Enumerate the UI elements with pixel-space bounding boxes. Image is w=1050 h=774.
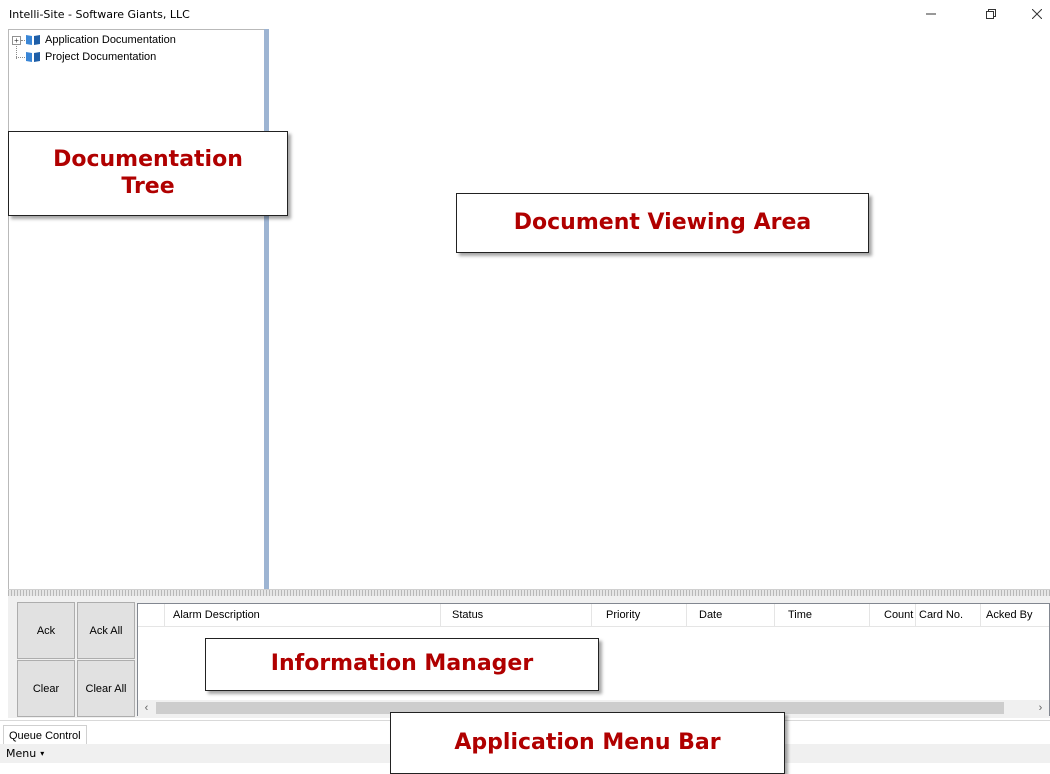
- restore-button[interactable]: [968, 0, 1014, 28]
- title-bar: Intelli-Site - Software Giants, LLC: [0, 0, 1050, 28]
- book-icon: [26, 35, 40, 45]
- horizontal-splitter[interactable]: [8, 589, 1050, 596]
- chevron-down-icon: ▾: [40, 749, 45, 758]
- column-status[interactable]: Status: [441, 604, 592, 626]
- column-alarm-description[interactable]: Alarm Description: [165, 604, 441, 626]
- ack-button[interactable]: Ack: [17, 602, 75, 659]
- column-acked-by[interactable]: Acked By: [981, 604, 1049, 626]
- minimize-button[interactable]: [908, 0, 954, 28]
- column-time[interactable]: Time: [775, 604, 870, 626]
- tab-queue-control[interactable]: Queue Control: [3, 725, 87, 746]
- callout-application-menu-bar: Application Menu Bar: [390, 712, 785, 774]
- scroll-right-icon[interactable]: ›: [1032, 700, 1049, 716]
- column-count[interactable]: Count: [870, 604, 916, 626]
- column-card-no[interactable]: Card No.: [916, 604, 981, 626]
- tree-item-label: Project Documentation: [45, 51, 157, 63]
- window-title: Intelli-Site - Software Giants, LLC: [9, 8, 190, 21]
- scroll-left-icon[interactable]: ‹: [138, 700, 155, 716]
- ack-all-button[interactable]: Ack All: [77, 602, 135, 659]
- minimize-icon: [926, 13, 936, 15]
- row-header-column: [138, 604, 165, 626]
- tree-item-application-documentation[interactable]: + Application Documentation: [12, 32, 176, 48]
- callout-documentation-tree: Documentation Tree: [8, 131, 288, 216]
- tree-item-project-documentation[interactable]: Project Documentation: [16, 49, 156, 65]
- grid-header: Alarm Description Status Priority Date T…: [138, 604, 1049, 627]
- tree-line: [16, 56, 25, 58]
- restore-icon: [986, 9, 996, 19]
- expand-icon[interactable]: +: [12, 35, 21, 45]
- tree-item-label: Application Documentation: [45, 34, 176, 46]
- close-icon: [1032, 9, 1042, 19]
- menu-label: Menu: [6, 747, 37, 760]
- clear-all-button[interactable]: Clear All: [77, 660, 135, 717]
- column-priority[interactable]: Priority: [592, 604, 687, 626]
- clear-button[interactable]: Clear: [17, 660, 75, 717]
- document-viewing-area[interactable]: [269, 29, 1050, 589]
- column-date[interactable]: Date: [687, 604, 775, 626]
- menu-button[interactable]: Menu ▾: [6, 747, 44, 760]
- close-button[interactable]: [1014, 0, 1050, 28]
- callout-document-viewing-area: Document Viewing Area: [456, 193, 869, 253]
- book-icon: [26, 52, 40, 62]
- callout-information-manager: Information Manager: [205, 638, 599, 691]
- documentation-tree[interactable]: + Application Documentation Project Docu…: [8, 29, 265, 591]
